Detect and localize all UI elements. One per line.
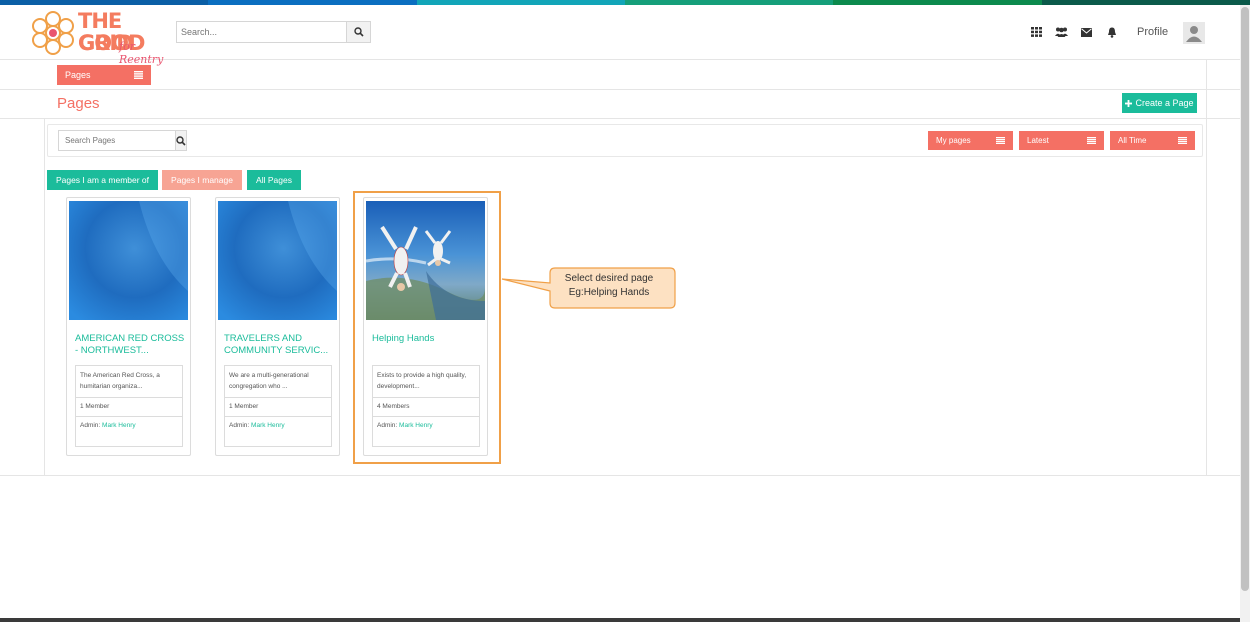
page-card-members: 1 Member — [229, 403, 259, 410]
filter-dropdown-my-pages[interactable]: My pages — [928, 131, 1013, 150]
divider — [0, 118, 1240, 119]
page-card-admin: Admin: Mark Henry — [80, 422, 136, 429]
tab-member-pages[interactable]: Pages I am a member of — [47, 170, 158, 190]
tab-all-pages[interactable]: All Pages — [247, 170, 301, 190]
page-scrollbar[interactable] — [1240, 5, 1250, 622]
admin-label: Admin: — [80, 422, 101, 429]
divider — [225, 397, 331, 398]
groups-button[interactable] — [1055, 26, 1068, 39]
pages-search-input[interactable] — [59, 131, 175, 150]
page-card-info: We are a multi-generational congregation… — [224, 365, 332, 447]
tab-managed-pages[interactable]: Pages I manage — [162, 170, 242, 190]
pages-search-button[interactable] — [175, 131, 186, 150]
list-icon — [134, 71, 143, 79]
page-thumbnail[interactable] — [218, 201, 337, 320]
site-header: THE GOOD GRID for Reentry Search... Prof… — [0, 5, 1240, 66]
divider — [0, 475, 1240, 476]
page-thumbnail[interactable] — [69, 201, 188, 320]
callout-text: Select desired page Eg:Helping Hands — [544, 272, 674, 300]
page-card-members: 1 Member — [80, 403, 110, 410]
header-search-input[interactable] — [177, 22, 346, 42]
page-title: Pages — [57, 95, 100, 112]
list-icon — [1178, 137, 1187, 144]
notifications-button[interactable] — [1105, 26, 1118, 39]
admin-name-link[interactable]: Mark Henry — [102, 422, 136, 429]
page-card-info: The American Red Cross, a humitarian org… — [75, 365, 183, 447]
create-page-button[interactable]: Create a Page — [1122, 93, 1197, 113]
header-icon-group — [1030, 25, 1118, 39]
scrollbar-thumb[interactable] — [1241, 7, 1249, 591]
page-card-admin: Admin: Mark Henry — [229, 422, 285, 429]
filter-dropdown-all-time[interactable]: All Time — [1110, 131, 1195, 150]
admin-name-link[interactable]: Mark Henry — [251, 422, 285, 429]
admin-label: Admin: — [229, 422, 250, 429]
search-icon — [353, 27, 364, 37]
pages-menu-label: Pages — [65, 70, 91, 80]
divider — [225, 416, 331, 417]
pages-search — [58, 130, 187, 151]
page-card[interactable]: TRAVELERS AND COMMUNITY SERVIC... We are… — [215, 197, 340, 456]
logo-tagline: for Reentry — [119, 40, 164, 66]
callout-line2: Eg:Helping Hands — [568, 287, 650, 298]
messages-button[interactable] — [1080, 26, 1093, 39]
content-border-left — [44, 118, 45, 476]
create-page-label: Create a Page — [1135, 98, 1194, 108]
page-card-title[interactable]: AMERICAN RED CROSS - NORTHWEST... — [75, 333, 185, 357]
content-border-right — [1206, 60, 1207, 476]
grid-icon — [1031, 27, 1042, 37]
header-search — [176, 21, 371, 43]
dropdown-label: Latest — [1027, 136, 1049, 145]
logo-flower-icon — [32, 11, 74, 55]
callout-line1: Select desired page — [564, 273, 654, 284]
filter-dropdown-latest[interactable]: Latest — [1019, 131, 1104, 150]
dropdown-label: My pages — [936, 136, 971, 145]
divider — [76, 397, 182, 398]
bell-icon — [1107, 27, 1116, 38]
dropdown-label: All Time — [1118, 136, 1147, 145]
page-card-description: The American Red Cross, a humitarian org… — [80, 372, 160, 390]
selection-highlight — [353, 191, 501, 464]
envelope-icon — [1081, 27, 1092, 37]
pages-menu-button[interactable]: Pages — [57, 65, 151, 85]
search-icon — [176, 135, 186, 146]
header-search-button[interactable] — [346, 22, 370, 42]
divider — [76, 416, 182, 417]
page-card-description: We are a multi-generational congregation… — [229, 372, 309, 390]
plus-icon — [1125, 99, 1133, 107]
list-icon — [1087, 137, 1096, 144]
footer-bar — [0, 618, 1240, 622]
page-card[interactable]: AMERICAN RED CROSS - NORTHWEST... The Am… — [66, 197, 191, 456]
list-icon — [996, 137, 1005, 144]
divider — [0, 89, 1240, 90]
site-logo[interactable]: THE GOOD GRID for Reentry — [31, 8, 176, 66]
apps-button[interactable] — [1030, 26, 1043, 39]
avatar[interactable] — [1183, 22, 1205, 44]
users-icon — [1055, 27, 1068, 37]
profile-link[interactable]: Profile — [1137, 26, 1168, 38]
page-card-title[interactable]: TRAVELERS AND COMMUNITY SERVIC... — [224, 333, 334, 357]
user-icon — [1186, 26, 1202, 42]
